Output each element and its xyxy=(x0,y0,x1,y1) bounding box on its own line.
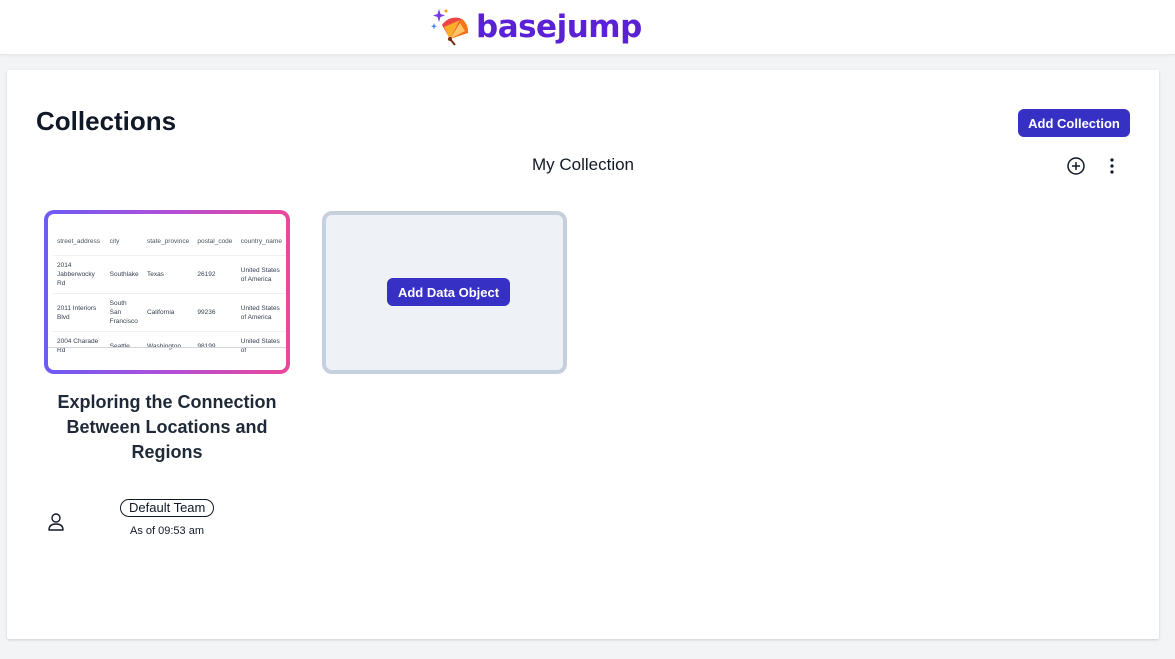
preview-row: 2014 Jabberwocky Rd Southlake Texas 2619… xyxy=(53,255,286,294)
preview-row: 2004 Charade Rd Seattle Washington 98199… xyxy=(53,331,286,360)
page-title: Collections xyxy=(36,106,177,136)
preview-column-header: country_name xyxy=(240,238,282,245)
preview-divider xyxy=(48,347,286,348)
preview-cell: California xyxy=(142,293,194,332)
preview-row: 2011 Interiors Blvd South San Francisco … xyxy=(53,293,286,332)
preview-cell: Seattle xyxy=(105,331,143,360)
timestamp: As of 09:53 am xyxy=(130,525,204,537)
party-fan-icon xyxy=(431,9,469,46)
preview-header-row: street_address city state_province posta… xyxy=(53,236,286,256)
collection-title: My Collection xyxy=(531,155,635,174)
data-object-thumbnail[interactable]: street_address city state_province posta… xyxy=(44,210,290,374)
preview-cell: 2014 Jabberwocky Rd xyxy=(53,255,106,294)
user-icon xyxy=(48,513,64,531)
preview-cell: 99236 xyxy=(193,293,237,332)
add-collection-button[interactable]: Add Collection xyxy=(1018,109,1130,137)
add-data-object-tile: Add Data Object xyxy=(322,211,567,374)
preview-cell: 26192 xyxy=(193,255,237,294)
vertical-ellipsis-icon xyxy=(1110,158,1114,174)
add-to-collection-button[interactable] xyxy=(1064,154,1088,178)
collection-menu-button[interactable] xyxy=(1100,154,1124,178)
preview-cell: United States of America xyxy=(236,293,286,332)
preview-column-header: postal_code xyxy=(197,238,233,245)
preview-cell: 2004 Charade Rd xyxy=(53,331,106,360)
data-object-title[interactable]: Exploring the Connection Between Locatio… xyxy=(47,390,287,465)
preview-cell: South San Francisco xyxy=(105,293,143,332)
preview-cell: United States of xyxy=(236,331,286,360)
collections-panel: Collections Add Collection My Collection… xyxy=(7,70,1159,639)
table-preview: street_address city state_province posta… xyxy=(48,214,286,370)
preview-cell: 2011 Interiors Blvd xyxy=(53,293,106,332)
preview-cell: Washington xyxy=(142,331,194,360)
preview-cell: Texas xyxy=(142,255,194,294)
preview-cell: Southlake xyxy=(105,255,143,294)
logo-text: basejump xyxy=(476,9,642,45)
team-badge: Default Team xyxy=(120,499,215,517)
preview-column-header: city xyxy=(109,238,120,245)
preview-cell: 98199 xyxy=(193,331,237,360)
preview-column-header: street_address xyxy=(57,238,100,245)
plus-circle-icon xyxy=(1067,157,1085,175)
add-data-object-button[interactable]: Add Data Object xyxy=(387,278,510,306)
preview-cell: United States of America xyxy=(236,255,286,294)
logo[interactable]: basejump xyxy=(430,7,642,47)
preview-table: street_address city state_province posta… xyxy=(53,236,286,360)
preview-column-header: state_province xyxy=(146,238,190,245)
top-bar: basejump xyxy=(0,0,1175,55)
